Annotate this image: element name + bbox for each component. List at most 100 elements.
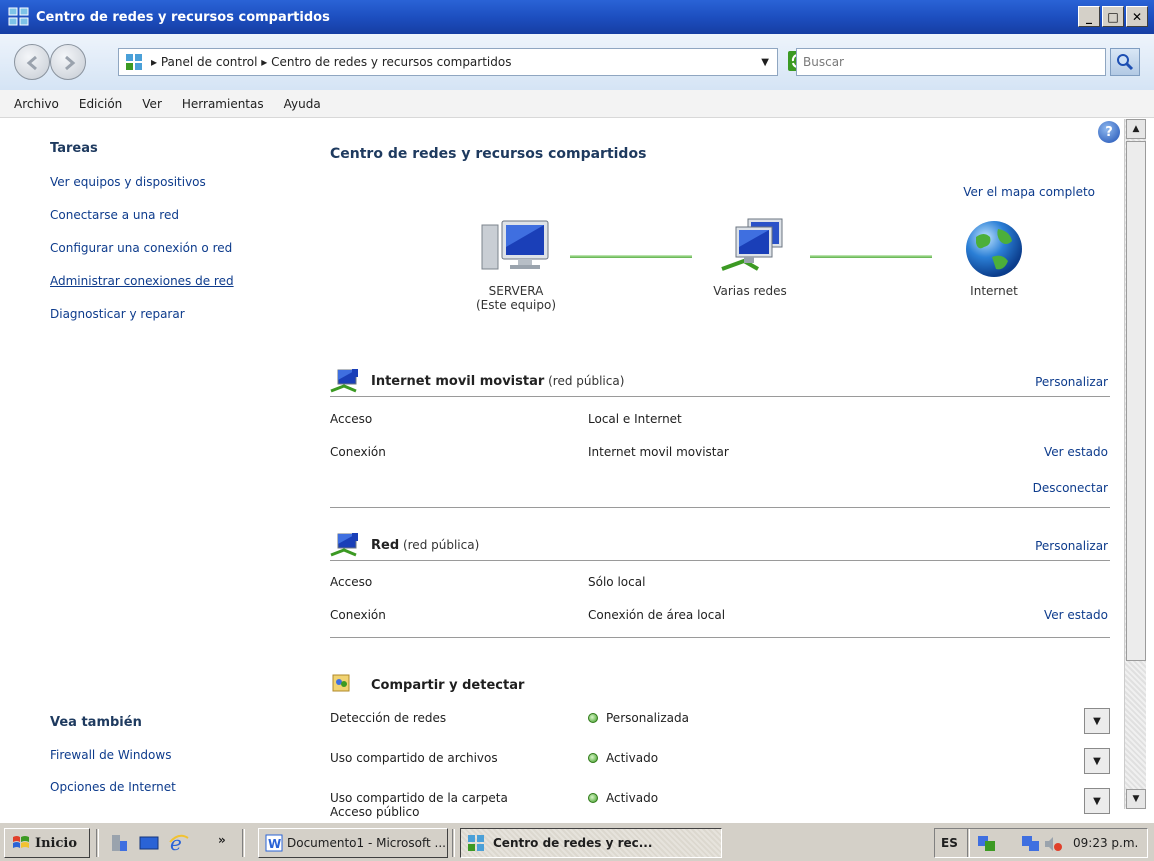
connection-line-1 (570, 255, 692, 258)
back-button[interactable] (14, 44, 50, 80)
network2-connection-label: Conexión (330, 608, 386, 622)
network2-type: (red pública) (399, 538, 480, 552)
forward-button[interactable] (50, 44, 86, 80)
network1-access-label: Acceso (330, 412, 373, 426)
node-internet[interactable]: Internet (944, 217, 1044, 298)
forward-arrow-icon (65, 55, 76, 71)
start-label: Inicio (35, 835, 77, 851)
menu-ver[interactable]: Ver (142, 97, 162, 111)
sharing-row-status: Activado (606, 791, 659, 805)
link-connect-network[interactable]: Conectarse a una red (50, 208, 179, 222)
taskbar-separator (452, 829, 455, 857)
menu-archivo[interactable]: Archivo (14, 97, 59, 111)
address-toolbar: ▸ Panel de control ▸ Centro de redes y r… (0, 34, 1154, 90)
page-title: Centro de redes y recursos compartidos (330, 146, 647, 162)
menu-bar: Archivo Edición Ver Herramientas Ayuda (0, 90, 1154, 118)
sharing-row-value: Activado (588, 791, 658, 805)
network1-disconnect-link[interactable]: Desconectar (1033, 481, 1108, 495)
sharing-row-label: Detección de redes (330, 711, 447, 725)
maximize-button[interactable]: □ (1102, 6, 1124, 27)
sharing-row-value: Personalizada (588, 711, 689, 725)
link-windows-firewall[interactable]: Firewall de Windows (50, 748, 171, 762)
internet-label: Internet (970, 284, 1018, 298)
sharing-row-label: Uso compartido de archivos (330, 751, 498, 765)
network-tray-icon[interactable] (977, 835, 997, 853)
windows-flag-icon (13, 836, 29, 848)
chevron-down-icon: ▼ (1093, 715, 1101, 727)
close-button[interactable]: ✕ (1126, 6, 1148, 27)
expand-button[interactable]: ▼ (1084, 748, 1110, 774)
computer-sub: (Este equipo) (476, 298, 556, 312)
word-icon: W (265, 834, 283, 852)
status-on-icon (588, 753, 598, 763)
quicklaunch-more-icon[interactable]: » (218, 833, 226, 847)
start-button[interactable]: Inicio (4, 828, 90, 858)
sharing-row-label-line2: Acceso público (330, 805, 420, 819)
menu-herramientas[interactable]: Herramientas (182, 97, 264, 111)
taskbar: Inicio e » W Documento1 - Microsoft ... … (0, 821, 1154, 861)
link-internet-options[interactable]: Opciones de Internet (50, 780, 176, 794)
link-setup-connection[interactable]: Configurar una conexión o red (50, 241, 232, 255)
network1-name-text: Internet movil movistar (371, 374, 545, 389)
network1-divider (330, 507, 1110, 508)
vertical-scrollbar[interactable]: ▲ ▼ (1124, 119, 1146, 809)
link-diagnose-repair[interactable]: Diagnosticar y reparar (50, 307, 185, 321)
internet-explorer-icon: e (169, 832, 189, 854)
network2-access-label: Acceso (330, 575, 373, 589)
minimize-button[interactable]: _ (1078, 6, 1100, 27)
main-content: Centro de redes y recursos compartidos V… (290, 119, 1120, 819)
network1-view-status-link[interactable]: Ver estado (1044, 445, 1108, 459)
address-field[interactable]: ▸ Panel de control ▸ Centro de redes y r… (118, 48, 778, 76)
network2-header: Red (red pública) Personalizar (330, 531, 1110, 561)
sharing-row-value: Activado (588, 751, 658, 765)
network2-view-status-link[interactable]: Ver estado (1044, 608, 1108, 622)
search-input[interactable]: Buscar (796, 48, 1106, 76)
address-dropdown-icon[interactable]: ▼ (761, 57, 769, 68)
sharing-row-label: Uso compartido de la carpeta Acceso públi… (330, 791, 508, 819)
computer-name: SERVERA (488, 284, 544, 298)
menu-ayuda[interactable]: Ayuda (284, 97, 321, 111)
back-arrow-icon (26, 55, 37, 71)
ie-quicklaunch[interactable]: e (168, 832, 190, 854)
help-icon[interactable]: ? (1098, 121, 1120, 143)
sharing-title: Compartir y detectar (371, 678, 525, 693)
network2-customize-link[interactable]: Personalizar (1035, 539, 1108, 553)
language-indicator[interactable]: ES (941, 836, 958, 850)
chevron-down-icon: ▼ (1093, 755, 1101, 767)
view-full-map-link[interactable]: Ver el mapa completo (963, 185, 1095, 199)
globe-icon (966, 221, 1022, 277)
scroll-thumb[interactable] (1126, 141, 1146, 661)
desktop-icon (139, 836, 159, 850)
search-button[interactable] (1110, 48, 1140, 76)
network2-name-text: Red (371, 538, 400, 553)
menu-edicion[interactable]: Edición (79, 97, 122, 111)
network-tray-icon[interactable] (1021, 835, 1041, 853)
chevron-down-icon: ▼ (1093, 795, 1101, 807)
link-view-devices[interactable]: Ver equipos y dispositivos (50, 175, 206, 189)
node-computer[interactable]: SERVERA (Este equipo) (466, 217, 566, 312)
network1-name: Internet movil movistar (red pública) (371, 374, 624, 389)
link-manage-connections[interactable]: Administrar conexiones de red (50, 274, 234, 288)
expand-button[interactable]: ▼ (1084, 788, 1110, 814)
task-word-label: Documento1 - Microsoft ... (287, 836, 446, 850)
network2-name: Red (red pública) (371, 538, 479, 553)
network1-connection-value: Internet movil movistar (588, 445, 729, 459)
scroll-down-icon[interactable]: ▼ (1126, 789, 1146, 809)
show-desktop-quicklaunch[interactable] (138, 832, 160, 854)
task-pane: Tareas Ver equipos y dispositivos Conect… (0, 119, 290, 809)
expand-button[interactable]: ▼ (1084, 708, 1110, 734)
network1-connection-label: Conexión (330, 445, 386, 459)
task-network-center[interactable]: Centro de redes y rec... (460, 828, 722, 858)
scroll-up-icon[interactable]: ▲ (1126, 119, 1146, 139)
volume-muted-icon[interactable] (1043, 835, 1063, 853)
networks-label: Varias redes (713, 284, 787, 298)
window-title: Centro de redes y recursos compartidos (36, 9, 330, 25)
status-on-icon (588, 793, 598, 803)
sharing-row-status: Personalizada (606, 711, 689, 725)
network1-customize-link[interactable]: Personalizar (1035, 375, 1108, 389)
breadcrumb[interactable]: ▸ Panel de control ▸ Centro de redes y r… (151, 55, 511, 69)
node-networks[interactable]: Varias redes (690, 217, 810, 298)
server-manager-quicklaunch[interactable] (108, 832, 130, 854)
task-word-document[interactable]: W Documento1 - Microsoft ... (258, 828, 448, 858)
connection-line-2 (810, 255, 932, 258)
